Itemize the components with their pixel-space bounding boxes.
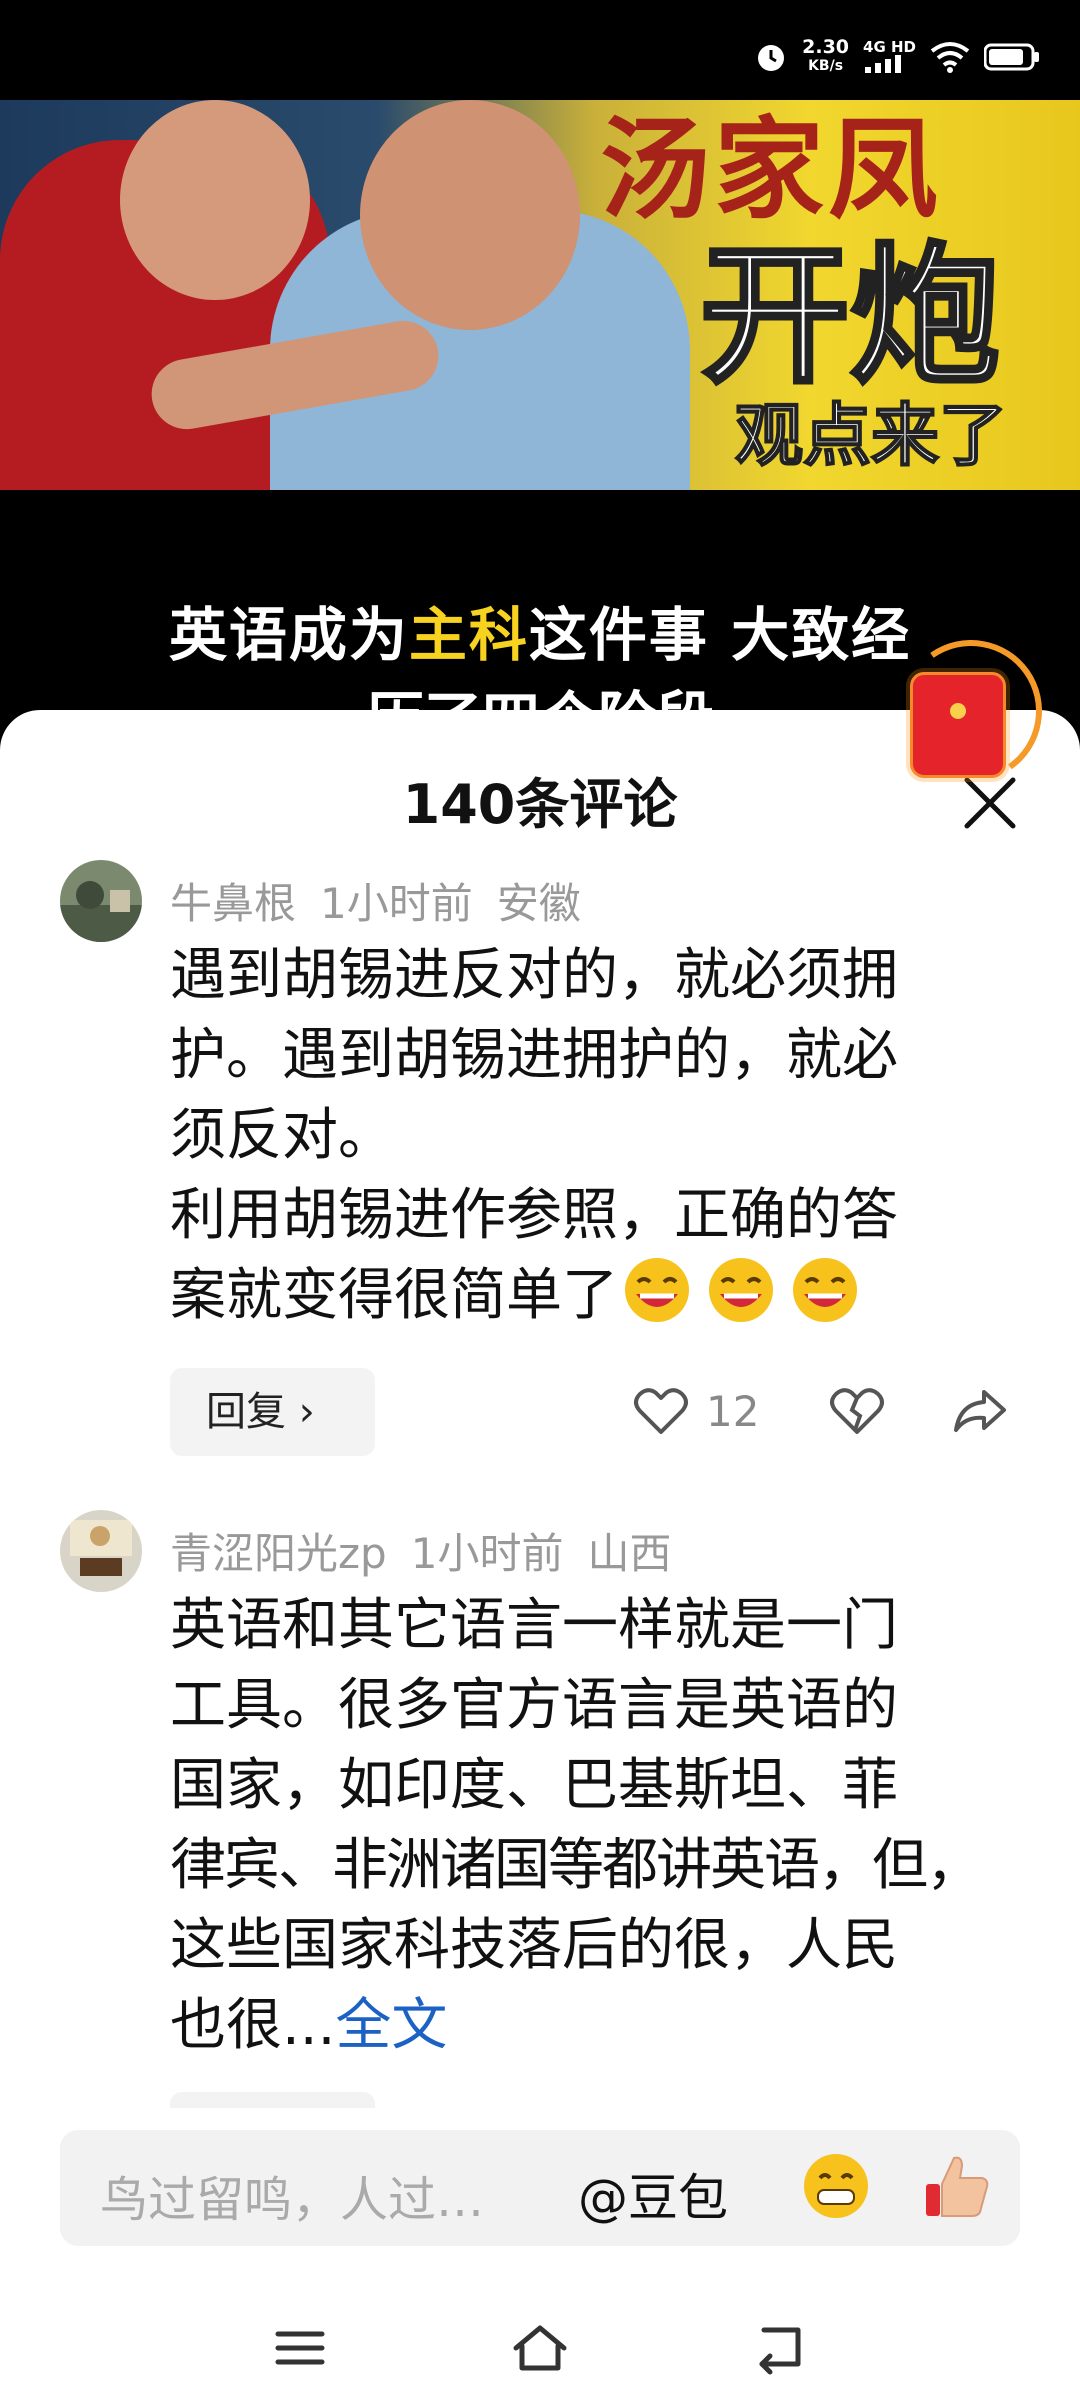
- comment-time: 1小时前: [410, 1529, 564, 1578]
- like-count: 12: [706, 1386, 760, 1436]
- status-indicators: 2.30 KB/s 4G HD: [754, 38, 1040, 76]
- alarm-icon: [758, 45, 785, 71]
- speed-unit: KB/s: [808, 58, 844, 74]
- back-icon[interactable]: [750, 2320, 810, 2376]
- red-packet-icon[interactable]: [910, 672, 1006, 778]
- avatar[interactable]: [60, 860, 142, 942]
- comment-text[interactable]: 遇到胡锡进反对的，就必须拥 护。遇到胡锡进拥护的，就必 须反对。 利用胡锡进作参…: [170, 936, 1030, 1336]
- expand-full-text-link[interactable]: 全文: [335, 1993, 447, 2058]
- system-navigation-bar: [0, 2280, 1080, 2408]
- comment-line: 护。遇到胡锡进拥护的，就必: [170, 1023, 898, 1088]
- comment-actions: 12: [630, 1380, 1010, 1442]
- comment-text[interactable]: 英语和其它语言一样就是一门 工具。很多官方语言是英语的 国家，如印度、巴基斯坦、…: [170, 1586, 1030, 2066]
- network-speed: 2.30 KB/s: [802, 38, 849, 76]
- avatar-image: [60, 1510, 142, 1592]
- person-left-head: [120, 100, 310, 300]
- status-bar: 2.30 KB/s 4G HD: [0, 0, 1080, 100]
- speed-value: 2.30: [802, 36, 850, 58]
- comment-line: 国家，如印度、巴基斯坦、菲: [170, 1753, 898, 1818]
- thumbnail-subtitle: 观点来了: [734, 396, 1008, 477]
- comment-line: 工具。很多官方语言是英语的: [170, 1673, 898, 1738]
- avatar[interactable]: [60, 1510, 142, 1592]
- laughing-emoji-icon: [793, 1258, 857, 1322]
- dislike-broken-heart-icon[interactable]: [826, 1380, 888, 1442]
- video-player[interactable]: 汤家凤 开炮 观点来了 英语成为主科这件事 大致经 历了四个阶段: [0, 100, 1080, 720]
- comment-line: 这些国家科技落后的很，人民: [170, 1913, 898, 1978]
- laughing-emoji-icon: [625, 1258, 689, 1322]
- comment-line-last: 案就变得很简单了: [170, 1256, 1030, 1336]
- chevron-right-icon: ›: [298, 1389, 315, 1435]
- share-icon[interactable]: [948, 1380, 1010, 1442]
- reply-label: 回复: [206, 1389, 286, 1435]
- at-doubao-button[interactable]: @豆包: [578, 2158, 728, 2230]
- grin-emoji-icon[interactable]: [800, 2150, 872, 2222]
- comment-location: 安徽: [496, 879, 581, 928]
- video-caption: 英语成为主科这件事 大致经: [0, 588, 1080, 672]
- signal-icon: [865, 54, 902, 73]
- comment-meta: 青涩阳光zp 1小时前 山西: [170, 1520, 695, 1581]
- comment-line: 须反对。: [170, 1103, 394, 1168]
- wifi-icon: [930, 42, 970, 73]
- laughing-emoji-icon: [709, 1258, 773, 1322]
- comment-username[interactable]: 牛鼻根: [170, 879, 296, 928]
- network-indicator: 4G HD: [863, 39, 916, 76]
- reply-button[interactable]: 回复 ›: [170, 1368, 375, 1456]
- comment-line: 律宾、非洲诸国等都讲英语，但，: [170, 1833, 982, 1898]
- comment-line: 也很...: [170, 1993, 336, 2058]
- caption-highlight: 主科: [408, 601, 529, 669]
- battery-icon: [984, 43, 1039, 71]
- caption-part-1: 英语成为: [168, 601, 409, 669]
- comment-username[interactable]: 青涩阳光zp: [170, 1529, 387, 1578]
- avatar-image: [60, 860, 142, 942]
- thumbs-up-icon[interactable]: [920, 2148, 996, 2224]
- comment-time: 1小时前: [320, 879, 473, 928]
- heart-icon[interactable]: [630, 1380, 692, 1442]
- comment-line-last: 也很...全文: [170, 1986, 1030, 2066]
- network-type: 4G HD: [863, 37, 916, 56]
- comment-input-bar[interactable]: 鸟过留鸣，人过… @豆包: [60, 2130, 1020, 2246]
- comment-line: 利用胡锡进作参照，正确的答: [170, 1183, 898, 1248]
- comment-location: 山西: [587, 1529, 672, 1578]
- comment-line: 英语和其它语言一样就是一门: [170, 1593, 898, 1658]
- comment-line: 遇到胡锡进反对的，就必须拥: [170, 943, 898, 1008]
- comment-meta: 牛鼻根 1小时前 安徽: [170, 870, 605, 931]
- video-thumbnail: 汤家凤 开炮 观点来了: [0, 100, 1080, 490]
- comment-input-placeholder[interactable]: 鸟过留鸣，人过…: [100, 2160, 484, 2230]
- comment-line: 案就变得很简单了: [170, 1263, 618, 1328]
- person-right-head: [360, 100, 580, 330]
- caption-part-2: 这件事 大致经: [528, 601, 912, 669]
- menu-icon[interactable]: [270, 2320, 330, 2376]
- home-icon[interactable]: [510, 2320, 570, 2376]
